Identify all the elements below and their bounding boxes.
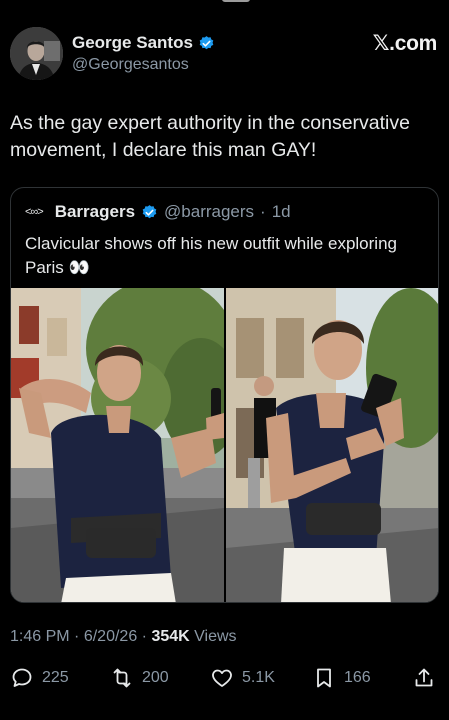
quoted-author-handle[interactable]: @barragers: [164, 202, 254, 222]
tweet-text: As the gay expert authority in the conse…: [10, 112, 410, 161]
quoted-author-name[interactable]: Barragers: [55, 202, 135, 222]
quoted-tweet-card[interactable]: <∞> Barragers @barragers · 1d Clavicular…: [10, 187, 439, 603]
tweet-actions: 225 200 5.1K 166: [0, 664, 449, 694]
share-icon: [415, 668, 433, 687]
verified-badge-icon: [199, 35, 214, 49]
repost-icon: [113, 668, 131, 688]
author-display-name[interactable]: George Santos: [72, 33, 193, 53]
quoted-timestamp[interactable]: 1d: [272, 202, 291, 222]
status-indicator: [222, 0, 250, 2]
like-count: 5.1K: [242, 669, 275, 686]
bookmark-icon: [317, 668, 331, 688]
author-handle[interactable]: @Georgesantos: [72, 56, 215, 74]
avatar[interactable]: [10, 27, 63, 80]
like-button[interactable]: 5.1K: [210, 664, 275, 692]
media-photo-1[interactable]: [11, 288, 224, 602]
x-brand-logo: 𝕏.com: [372, 32, 438, 55]
photo-image: [226, 288, 438, 602]
quoted-tweet-text: Clavicular shows off his new outfit whil…: [25, 234, 397, 277]
reply-button[interactable]: 225: [10, 664, 69, 692]
reply-count: 225: [42, 669, 69, 686]
bookmark-count: 166: [344, 669, 371, 686]
meta-separator: ·: [74, 628, 80, 645]
quoted-separator: ·: [260, 202, 266, 221]
status-bar-remnant: [0, 0, 449, 6]
tweet-meta: 1:46 PM · 6/20/26 · 354K Views: [10, 628, 237, 646]
media-photo-2[interactable]: [226, 288, 438, 602]
tweet-time[interactable]: 1:46 PM: [10, 628, 70, 645]
tweet-header: George Santos @Georgesantos 𝕏.com: [10, 27, 439, 83]
heart-icon: [212, 669, 232, 687]
quoted-tweet-header: <∞> Barragers @barragers · 1d: [25, 202, 291, 222]
repost-button[interactable]: 200: [110, 664, 169, 692]
author-name-row[interactable]: George Santos: [72, 33, 215, 53]
photo-image: [11, 288, 224, 602]
views-label: Views: [194, 628, 237, 645]
author-names: George Santos @Georgesantos: [72, 33, 215, 74]
avatar-image: [10, 27, 63, 80]
reply-icon: [12, 668, 32, 687]
tweet-date[interactable]: 6/20/26: [84, 628, 137, 645]
verified-badge-icon: [142, 204, 157, 218]
quoted-media: [11, 288, 438, 602]
share-button[interactable]: [412, 664, 436, 692]
repost-count: 200: [142, 669, 169, 686]
meta-separator: ·: [141, 628, 147, 645]
bookmark-button[interactable]: 166: [312, 664, 371, 692]
quoted-account-avatar[interactable]: <∞>: [25, 206, 44, 218]
views-count[interactable]: 354K: [151, 628, 189, 645]
